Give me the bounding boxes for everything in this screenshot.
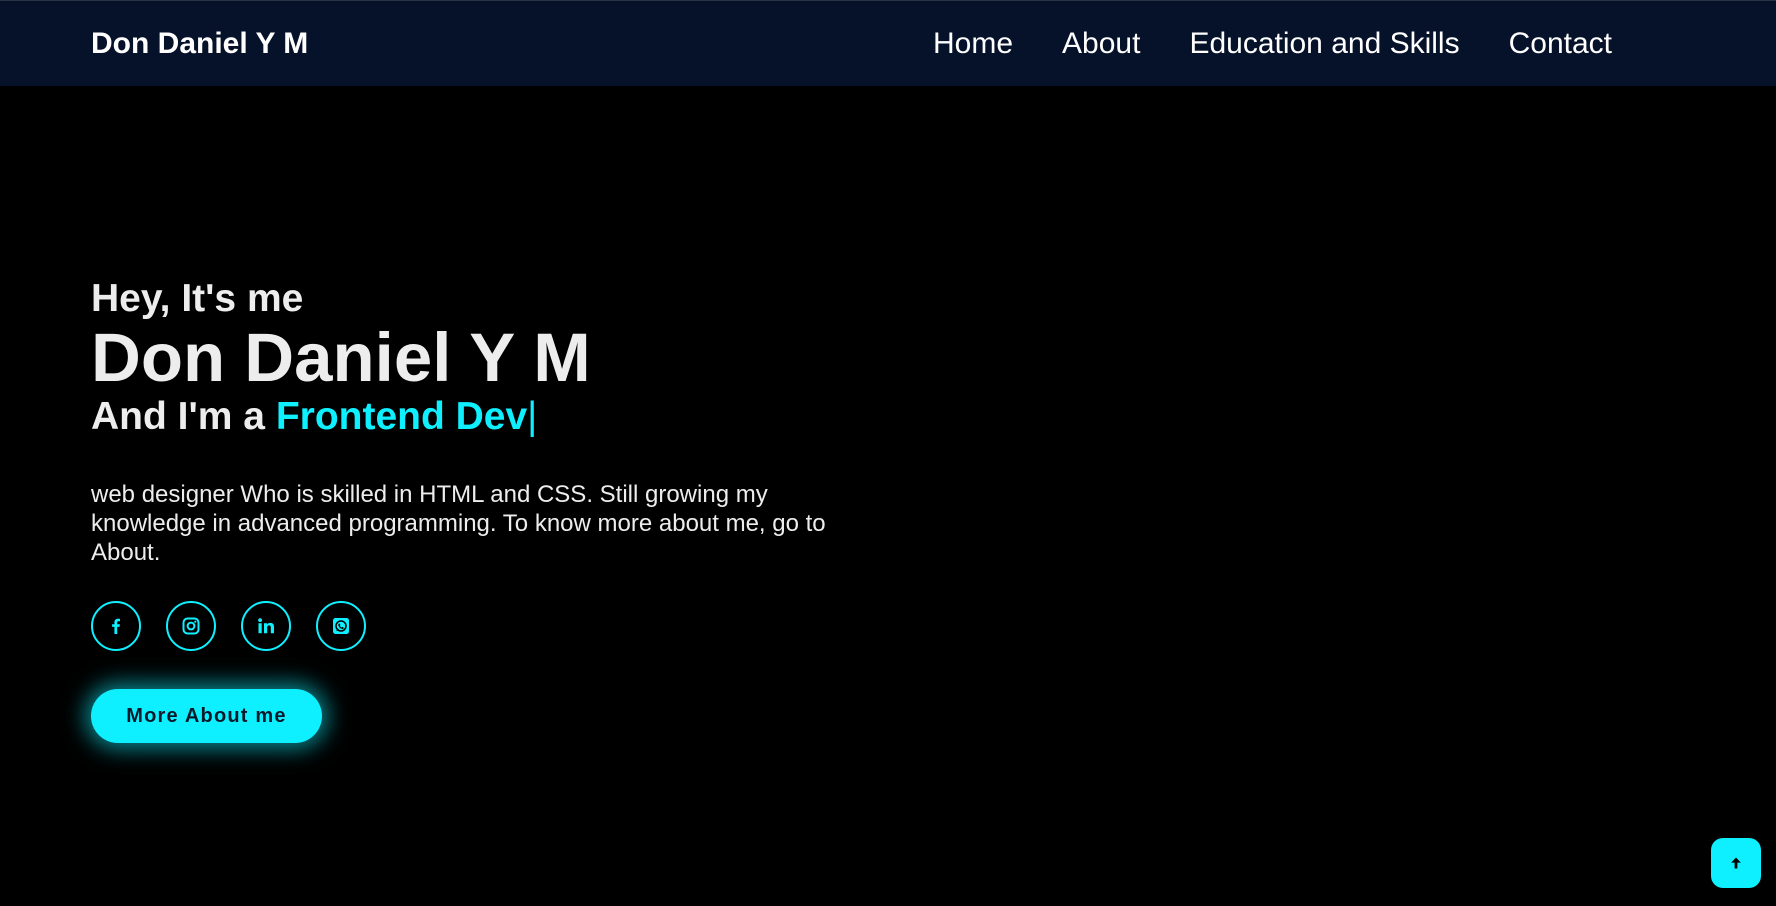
nav-links: Home About Education and Skills Contact: [933, 25, 1612, 63]
hero-role-line: And I'm a Frontend Dev|: [91, 394, 851, 440]
social-links: [91, 601, 366, 651]
more-about-me-button[interactable]: More About me: [91, 689, 322, 743]
nav-link-about[interactable]: About: [1062, 25, 1140, 63]
hero-bio: web designer Who is skilled in HTML and …: [91, 481, 826, 566]
typing-cursor: |: [527, 395, 538, 438]
arrow-up-icon: [1731, 857, 1741, 869]
hero-greeting: Hey, It's me: [91, 277, 304, 320]
instagram-icon[interactable]: [166, 601, 216, 651]
nav-link-home[interactable]: Home: [933, 25, 1013, 63]
nav-link-contact[interactable]: Contact: [1509, 25, 1612, 63]
role-prefix: And I'm a: [91, 395, 265, 438]
linkedin-icon[interactable]: [241, 601, 291, 651]
facebook-icon[interactable]: [91, 601, 141, 651]
hero-name: Don Daniel Y M: [91, 319, 591, 396]
site-logo[interactable]: Don Daniel Y M: [91, 27, 308, 61]
hero-section: Hey, It's me Don Daniel Y M And I'm a Fr…: [91, 276, 851, 567]
whatsapp-icon[interactable]: [316, 601, 366, 651]
nav-link-education-and-skills[interactable]: Education and Skills: [1189, 25, 1459, 63]
role-highlight: Frontend Dev: [275, 395, 528, 438]
back-to-top-button[interactable]: [1711, 838, 1761, 888]
navbar: Don Daniel Y M Home About Education and …: [0, 0, 1776, 86]
